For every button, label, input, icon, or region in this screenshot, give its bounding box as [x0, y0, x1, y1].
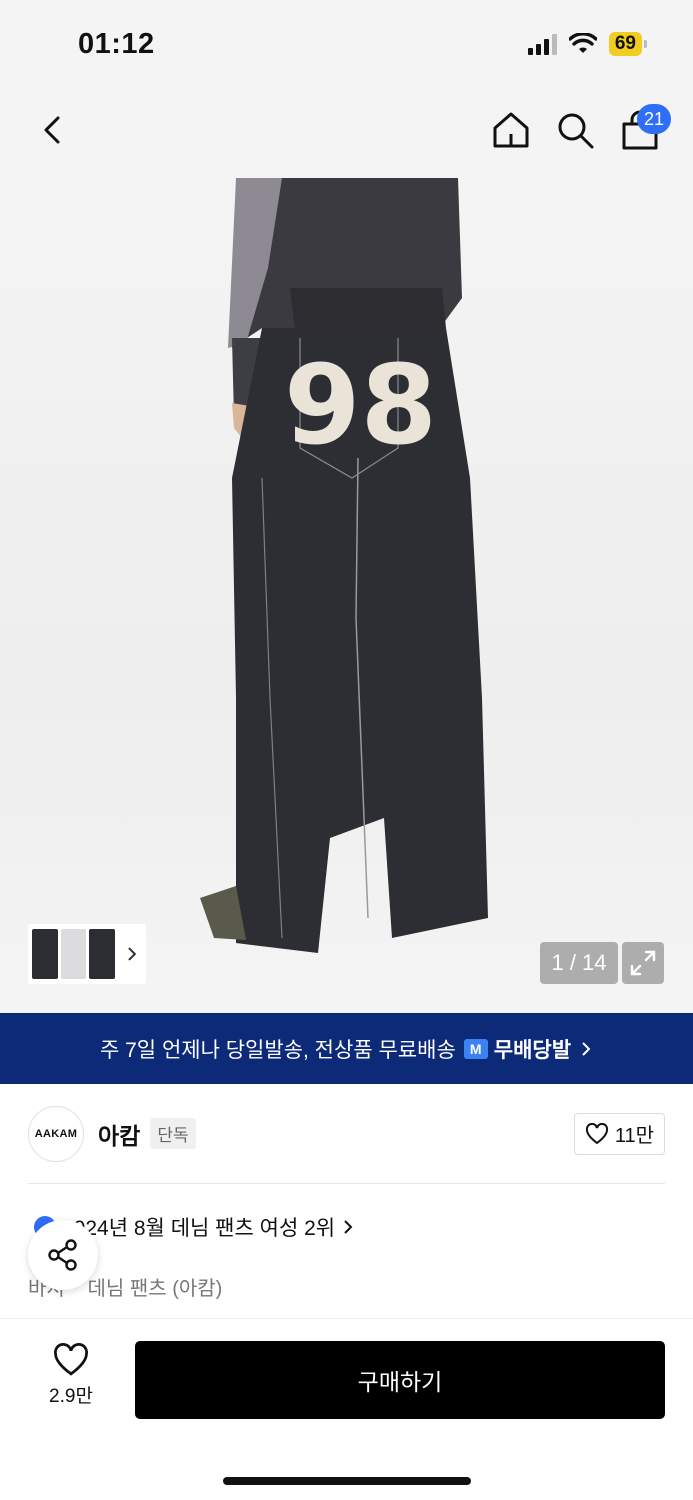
exclusive-tag: 단독	[150, 1118, 196, 1149]
chevron-right-icon	[344, 1220, 353, 1234]
brand-like-count: 11만	[614, 1125, 654, 1147]
thumbnail-2[interactable]	[60, 929, 87, 979]
share-icon	[48, 1239, 77, 1271]
home-indicator	[223, 1477, 471, 1485]
thumbnail-3[interactable]	[89, 929, 116, 979]
shipping-promo-banner[interactable]: 주 7일 언제나 당일발송, 전상품 무료배송 M 무배당발	[0, 1013, 693, 1084]
promo-badge: M 무배당발	[463, 1034, 572, 1064]
status-time: 01:12	[78, 28, 155, 60]
chevron-right-icon[interactable]	[122, 944, 142, 964]
promo-badge-icon: M	[463, 1038, 488, 1059]
brand-row[interactable]: AAKAM 아캄 단독 11만	[28, 1084, 665, 1184]
product-like-button[interactable]: 2.9만	[36, 1343, 106, 1423]
status-indicators: 69	[527, 32, 647, 56]
expand-button[interactable]	[622, 942, 664, 984]
brand-name[interactable]: 아캄	[98, 1117, 140, 1151]
heart-icon	[54, 1343, 88, 1376]
battery-level: 69	[608, 32, 642, 56]
ranking-text: 2024년 8월 데님 팬츠 여성 2위	[62, 1217, 336, 1240]
promo-text: 주 7일 언제나 당일발송, 전상품 무료배송	[99, 1038, 456, 1062]
top-nav	[0, 90, 693, 178]
heart-icon	[585, 1122, 608, 1144]
expand-icon	[630, 950, 656, 976]
wifi-icon	[568, 33, 597, 53]
product-photo: 98	[200, 178, 488, 953]
product-image[interactable]: 98	[0, 178, 693, 1013]
breadcrumb-item[interactable]: 데님 팬츠 (아캄)	[87, 1272, 222, 1301]
thumbnail-strip[interactable]	[28, 924, 146, 984]
share-button[interactable]	[28, 1220, 98, 1290]
cellular-signal-icon	[527, 33, 557, 55]
cart-count-badge: 21	[637, 104, 671, 134]
thumbnail-1[interactable]	[32, 929, 58, 979]
status-bar: 01:12 69	[0, 0, 693, 90]
battery-icon: 69	[608, 32, 647, 56]
buy-button[interactable]: 구매하기	[135, 1341, 665, 1419]
svg-text:98: 98	[284, 341, 437, 469]
image-counter: 1 / 14	[540, 942, 618, 984]
brand-like-button[interactable]: 11만	[573, 1112, 665, 1155]
home-icon[interactable]	[490, 108, 532, 152]
bottom-action-bar: 2.9만 구매하기	[0, 1318, 693, 1500]
promo-badge-label: 무배당발	[493, 1038, 572, 1062]
product-like-count: 2.9만	[49, 1386, 93, 1407]
search-icon[interactable]	[554, 108, 596, 152]
brand-logo[interactable]: AAKAM	[28, 1105, 84, 1162]
chevron-right-icon	[582, 1041, 591, 1056]
back-arrow-icon[interactable]	[34, 108, 74, 152]
